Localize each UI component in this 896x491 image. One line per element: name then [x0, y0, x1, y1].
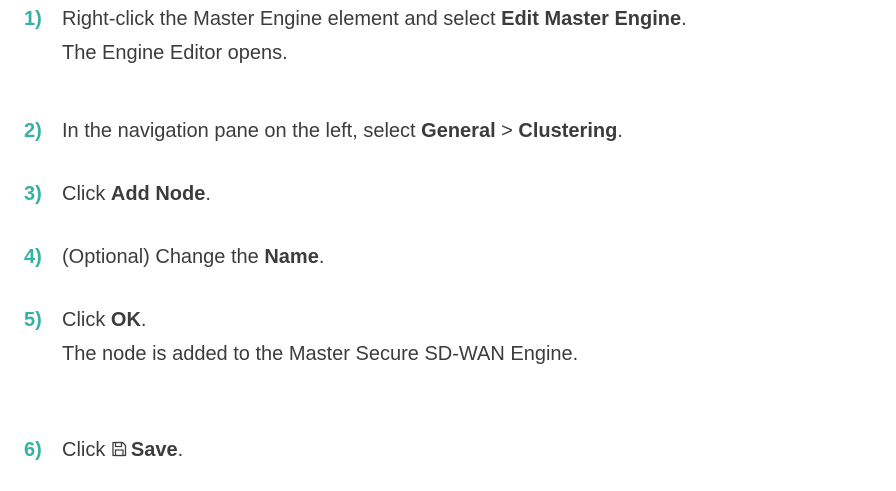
- step-content: Right-click the Master Engine element an…: [62, 2, 687, 70]
- step-instruction: Right-click the Master Engine element an…: [62, 2, 687, 36]
- step-instruction: (Optional) Change the Name.: [62, 240, 324, 274]
- ui-term: Add Node: [110, 183, 206, 205]
- instruction-text: Click: [62, 183, 111, 205]
- step-number: 6): [24, 439, 42, 461]
- ui-term: Name: [264, 246, 319, 268]
- step-instruction: In the navigation pane on the left, sele…: [62, 114, 623, 148]
- step-content: (Optional) Change the Name.: [62, 240, 324, 274]
- ui-term: OK: [110, 309, 141, 331]
- instruction-text: .: [681, 8, 687, 30]
- instruction-text: .: [617, 120, 623, 142]
- step-content: Click Add Node.: [62, 177, 211, 211]
- step-content: Click OK. The node is added to the Maste…: [62, 303, 578, 371]
- save-icon: [112, 441, 127, 457]
- step-content: Click Save.: [62, 433, 183, 467]
- step-number: 3): [24, 183, 42, 205]
- step-content: In the navigation pane on the left, sele…: [62, 114, 623, 148]
- step-number: 2): [24, 120, 42, 142]
- instruction-text: Click: [62, 439, 111, 461]
- instruction-text: .: [205, 183, 211, 205]
- step-result: The Engine Editor opens.: [62, 42, 288, 64]
- instruction-text: .: [177, 439, 184, 461]
- step-instruction: Click Save.: [62, 433, 183, 467]
- path-separator: >: [495, 120, 519, 142]
- ui-term: Save: [130, 439, 178, 461]
- step-number: 4): [24, 246, 42, 268]
- step-number: 5): [24, 309, 42, 331]
- instruction-text: (Optional) Change the: [62, 246, 265, 268]
- instruction-text: Click: [62, 309, 111, 331]
- ui-term: Clustering: [518, 120, 618, 142]
- instruction-text: In the navigation pane on the left, sele…: [62, 120, 422, 142]
- instruction-text: .: [140, 309, 147, 331]
- step-number: 1): [24, 8, 42, 30]
- step-result: The node is added to the Master Secure S…: [62, 343, 579, 365]
- step-instruction: Click Add Node.: [62, 177, 211, 211]
- instruction-text: .: [318, 246, 325, 268]
- instruction-text: Right-click the Master Engine element an…: [62, 8, 502, 30]
- ui-term: Edit Master Engine: [501, 8, 682, 30]
- step-instruction: Click OK.: [62, 303, 578, 337]
- ui-term: General: [421, 120, 496, 142]
